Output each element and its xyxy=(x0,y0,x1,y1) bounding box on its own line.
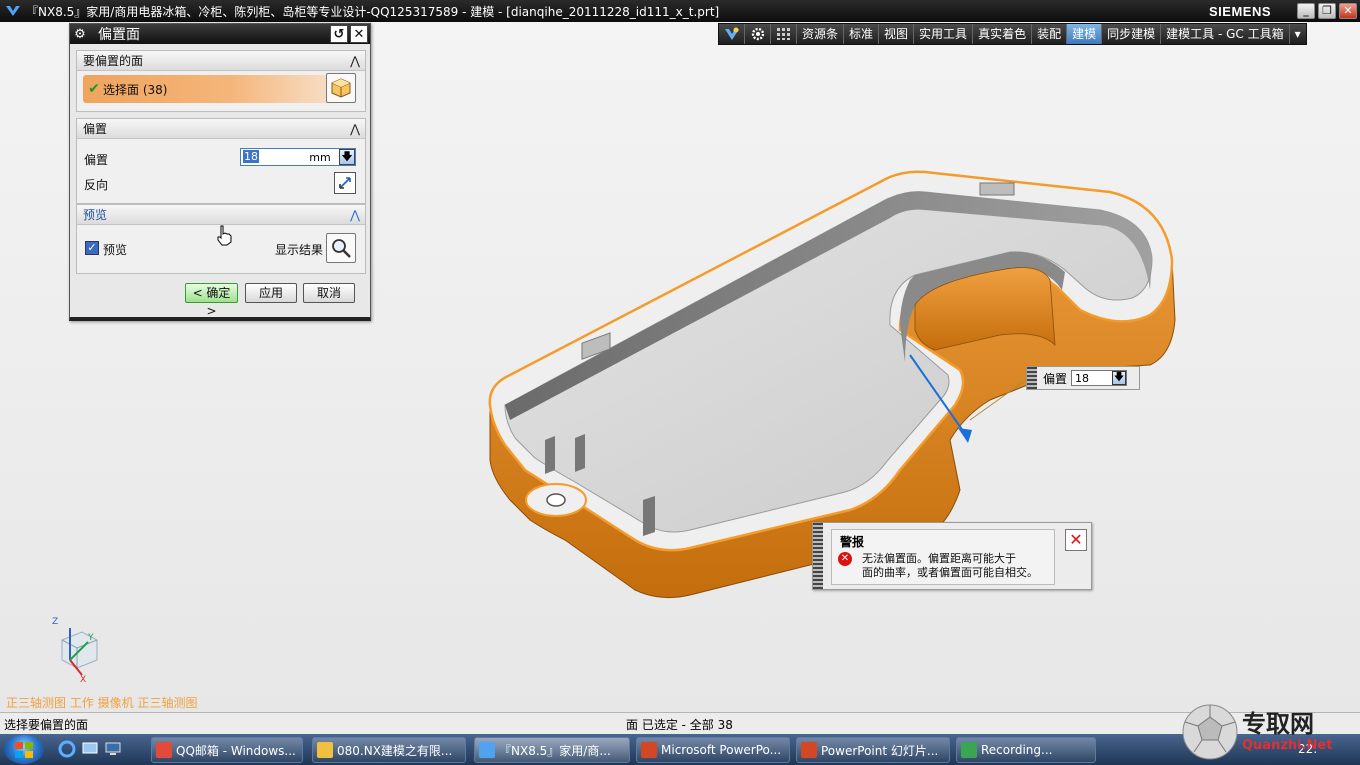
watermark-text: 专取网 xyxy=(1242,709,1314,738)
group-offset-title: 偏置 xyxy=(83,122,108,136)
check-mark-icon: ✔ xyxy=(88,81,100,97)
drag-handle[interactable] xyxy=(813,523,823,589)
alert-panel: 警报 ✕ 无法偏置面。偏置距离可能大于 面的曲率，或者偏置面可能自相交。 ✕ xyxy=(812,522,1092,590)
folder-icon xyxy=(317,742,333,758)
watermark-url: Quanzhi.Net xyxy=(1242,738,1333,753)
taskbar-item-label: 080.NX建模之有限... xyxy=(337,743,453,758)
float-offset-field[interactable]: 18 🡇 xyxy=(1071,370,1128,386)
dialog-close-icon[interactable]: ✕ xyxy=(350,25,368,43)
nx-icon xyxy=(479,742,495,758)
taskbar-item-slideshow[interactable]: PowerPoint 幻灯片... xyxy=(796,737,950,763)
on-screen-offset-input[interactable]: 偏置 18 🡇 xyxy=(1026,366,1140,390)
float-dropdown-arrow-icon[interactable]: 🡇 xyxy=(1112,371,1127,385)
group-faces-header[interactable]: 要偏置的面 ⋀ xyxy=(77,51,365,71)
triad-z-label: Z xyxy=(52,617,58,627)
group-faces-to-offset: 要偏置的面 ⋀ ✔ 选择面 (38) xyxy=(76,50,366,112)
part-clip-2 xyxy=(979,182,1015,196)
status-selection: 面 已选定 - 全部 38 xyxy=(626,718,733,732)
float-offset-value[interactable]: 18 xyxy=(1075,372,1089,385)
show-result-button[interactable] xyxy=(326,233,356,263)
taskbar-item-nx[interactable]: 『NX8.5』家用/商... xyxy=(474,737,630,763)
group-preview-title: 预览 xyxy=(83,208,108,222)
reverse-arrows-icon xyxy=(339,177,351,189)
alert-message-line-1: 无法偏置面。偏置距离可能大于 xyxy=(862,552,1016,565)
offset-label: 偏置 xyxy=(84,153,109,167)
drag-handle[interactable] xyxy=(1027,367,1037,389)
face-cube-icon xyxy=(331,78,351,98)
alert-message-line-2: 面的曲率，或者偏置面可能自相交。 xyxy=(862,566,1038,579)
magnifier-icon xyxy=(332,239,351,258)
status-bar: 选择要偏置的面 面 已选定 - 全部 38 xyxy=(0,712,1360,734)
error-icon: ✕ xyxy=(838,552,852,566)
preview-label: 预览 xyxy=(103,243,128,257)
group-faces-title: 要偏置的面 xyxy=(83,54,144,68)
windows-logo-icon xyxy=(15,741,33,758)
collapse-chevron-icon[interactable]: ⋀ xyxy=(345,208,365,222)
select-face-label: 选择面 (38) xyxy=(103,82,168,97)
alert-body: 警报 ✕ 无法偏置面。偏置距离可能大于 面的曲率，或者偏置面可能自相交。 xyxy=(831,529,1055,585)
group-offset-header[interactable]: 偏置 ⋀ xyxy=(77,119,365,139)
offset-distance-input[interactable]: 18 mm 🡇 xyxy=(240,148,356,166)
taskbar-item-label: Microsoft PowerPo... xyxy=(661,743,782,757)
taskbar-item-recording[interactable]: Recording... xyxy=(956,737,1096,763)
view-orientation-label: 正三轴测图 工作 摄像机 正三轴测图 xyxy=(6,696,198,710)
part-lug-hole xyxy=(546,493,566,507)
select-face-row[interactable]: ✔ 选择面 (38) xyxy=(83,75,328,103)
part-rib-2 xyxy=(575,434,585,472)
computer-quicklaunch-icon[interactable] xyxy=(104,740,122,758)
powerpoint-icon xyxy=(641,742,657,758)
start-button[interactable] xyxy=(4,735,44,764)
part-rib-3 xyxy=(643,496,655,536)
reverse-label: 反向 xyxy=(84,178,109,192)
windows-taskbar: QQ邮箱 - Windows... 080.NX建模之有限... 『NX8.5』… xyxy=(0,734,1360,765)
unit-label: mm xyxy=(309,150,331,164)
hand-cursor-icon xyxy=(217,225,232,246)
slideshow-icon xyxy=(801,742,817,758)
group-preview-header[interactable]: 预览 ⋀ xyxy=(77,205,365,225)
ok-button[interactable]: < 确定 > xyxy=(185,283,238,318)
alert-close-button[interactable]: ✕ xyxy=(1065,529,1087,551)
taskbar-item-label: 『NX8.5』家用/商... xyxy=(499,743,611,758)
site-watermark: 专取网 Quanzhi.Net xyxy=(1180,700,1360,765)
alert-message: 无法偏置面。偏置距离可能大于 面的曲率，或者偏置面可能自相交。 xyxy=(862,552,1038,580)
offset-value[interactable]: 18 xyxy=(243,150,259,163)
taskbar-item-label: QQ邮箱 - Windows... xyxy=(176,743,296,758)
ie-quicklaunch-icon[interactable] xyxy=(58,740,76,758)
triad-y-label: Y xyxy=(87,633,94,643)
qq-icon xyxy=(156,742,172,758)
alert-title: 警报 xyxy=(840,535,865,549)
wcs-triad: Z Y X xyxy=(52,617,98,685)
dialog-gear-icon[interactable]: ⚙ xyxy=(70,27,90,42)
soccer-ball-logo-icon xyxy=(1182,704,1238,760)
triad-x-label: X xyxy=(80,675,86,685)
reverse-direction-button[interactable] xyxy=(334,172,356,194)
status-prompt: 选择要偏置的面 xyxy=(4,718,89,732)
collapse-chevron-icon[interactable]: ⋀ xyxy=(345,54,365,68)
group-offset: 偏置 ⋀ 偏置 18 mm 🡇 反向 xyxy=(76,118,366,204)
reset-icon[interactable]: ↺ xyxy=(330,25,348,43)
offset-face-dialog: ⚙ 偏置面 ↺ ✕ 要偏置的面 ⋀ ✔ 选择面 (38) 偏置 ⋀ 偏置 18 … xyxy=(69,23,371,321)
float-offset-label: 偏置 xyxy=(1043,371,1068,386)
part-rib-1 xyxy=(545,436,555,474)
dialog-title-bar[interactable]: ⚙ 偏置面 ↺ ✕ xyxy=(70,24,370,44)
taskbar-item-qqmail[interactable]: QQ邮箱 - Windows... xyxy=(151,737,303,763)
show-desktop-icon[interactable] xyxy=(81,740,99,758)
dialog-title: 偏置面 xyxy=(98,27,140,43)
taskbar-item-powerpoint[interactable]: Microsoft PowerPo... xyxy=(636,737,790,763)
select-face-cube-button[interactable] xyxy=(326,73,356,103)
taskbar-item-label: Recording... xyxy=(981,743,1053,757)
show-result-label: 显示结果 xyxy=(275,243,324,257)
recording-icon xyxy=(961,742,977,758)
arrow-head-icon xyxy=(958,428,972,443)
preview-checkbox[interactable]: ✓ xyxy=(85,241,99,255)
offset-dropdown-arrow-icon[interactable]: 🡇 xyxy=(339,149,355,165)
collapse-chevron-icon[interactable]: ⋀ xyxy=(345,122,365,136)
taskbar-item-folder[interactable]: 080.NX建模之有限... xyxy=(312,737,466,763)
apply-button[interactable]: 应用 xyxy=(245,283,297,303)
cancel-button[interactable]: 取消 xyxy=(303,283,355,303)
taskbar-item-label: PowerPoint 幻灯片... xyxy=(821,743,939,758)
